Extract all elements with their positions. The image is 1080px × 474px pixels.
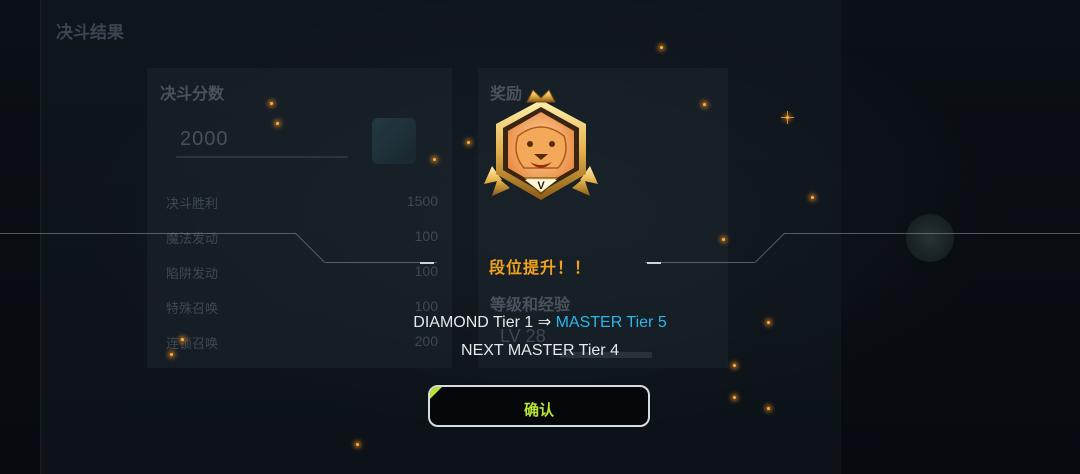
spark-decoration — [660, 46, 663, 49]
spark-decoration — [270, 102, 273, 105]
new-tier: MASTER Tier 5 — [555, 314, 667, 331]
spark-decoration — [467, 141, 470, 144]
spark-decoration — [356, 443, 359, 446]
lion-rank-emblem-icon: V — [478, 88, 604, 210]
spark-decoration — [722, 238, 725, 241]
previous-tier: DIAMOND Tier 1 — [413, 314, 534, 331]
score-panel-heading: 决斗分数 — [160, 86, 225, 103]
score-row-value: 100 — [414, 228, 438, 244]
score-divider — [176, 156, 348, 158]
spark-decoration — [433, 158, 436, 161]
confirm-button[interactable]: 确认 — [428, 385, 650, 427]
divider-left — [0, 233, 296, 234]
spark-decoration — [811, 196, 814, 199]
total-score: 2000 — [180, 128, 229, 150]
spark-decoration — [703, 103, 706, 106]
spark-decoration — [181, 338, 184, 341]
score-row-value: 1500 — [406, 193, 438, 209]
duel-result-title: 决斗结果 — [56, 23, 124, 42]
score-row-label: 决斗胜利 — [166, 196, 219, 211]
spark-decoration — [733, 364, 736, 367]
reward-chest-icon — [372, 118, 416, 164]
title-dash-right — [647, 262, 661, 264]
svg-text:V: V — [537, 180, 545, 192]
score-row-label: 魔法发动 — [166, 231, 219, 246]
spark-decoration — [733, 396, 736, 399]
spark-decoration — [781, 111, 794, 124]
divider-right — [784, 233, 1080, 234]
spark-decoration — [276, 122, 279, 125]
arrow-icon: ⇒ — [537, 314, 552, 331]
confirm-button-label: 确认 — [523, 402, 554, 419]
rank-up-title: 段位提升！！ — [488, 260, 591, 277]
spark-decoration — [767, 407, 770, 410]
tier-change-line: DIAMOND Tier 1 ⇒ MASTER Tier 5 — [0, 312, 1080, 332]
next-tier-text: NEXT MASTER Tier 4 — [461, 342, 619, 359]
